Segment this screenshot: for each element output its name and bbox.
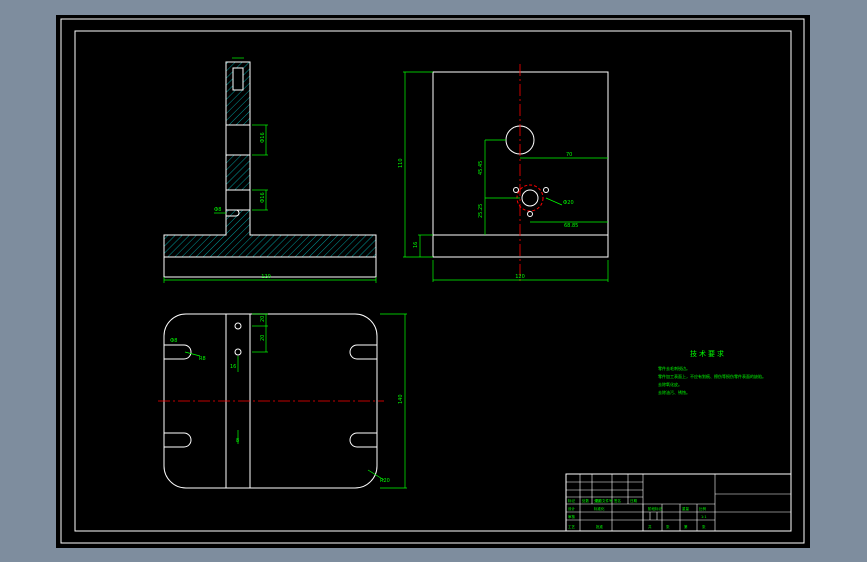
tb-cell-0: 标记 bbox=[568, 498, 576, 503]
top-dim-e: 8 bbox=[236, 438, 239, 444]
tb-cell-14: 共 bbox=[648, 524, 652, 529]
tb-cell-5: 日期 bbox=[630, 498, 638, 503]
tb-cell-1: 处数 bbox=[582, 498, 590, 503]
notes-line-2: 零件加工表面上，不应有划痕、擦伤等损伤零件表面的缺陷。 bbox=[658, 373, 766, 379]
top-dim-b: 20 bbox=[260, 335, 266, 341]
side-dim-lower-hole: 25.25 bbox=[478, 204, 484, 218]
side-dim-upper-hole: 45.45 bbox=[478, 161, 484, 175]
tb-cell-10: 批准 bbox=[596, 524, 604, 529]
tb-cell-13: 比例 bbox=[699, 506, 707, 511]
front-view-hole-upper bbox=[225, 124, 251, 156]
front-dim-width: 120 bbox=[261, 274, 271, 280]
drawing-viewport[interactable]: 120 Ф16 Ф16 Ф8 110 16 120 70 45.45 25.25… bbox=[0, 0, 867, 562]
front-dim-slot-left: Ф8 bbox=[214, 207, 222, 213]
top-dim-slot: R8 bbox=[199, 356, 206, 362]
side-dim-bore: Ф20 bbox=[563, 200, 574, 206]
front-dim-hole-lower: Ф16 bbox=[260, 192, 266, 203]
side-dim-width: 120 bbox=[515, 274, 525, 280]
tb-cell-12: 重量 bbox=[682, 506, 690, 511]
side-dim-top-offset: 70 bbox=[566, 152, 572, 158]
tb-cell-8: 审核 bbox=[568, 514, 576, 519]
notes-line-3: 去除氧化皮。 bbox=[658, 381, 682, 387]
tb-cell-11: 阶段标记 bbox=[648, 506, 662, 511]
tb-cell-9: 工艺 bbox=[568, 524, 576, 529]
front-view-top-slot bbox=[232, 67, 244, 91]
tb-cell-15: 张 bbox=[666, 524, 670, 529]
front-view-hole-lower bbox=[225, 189, 251, 211]
notes-line-1: 零件去毛刺锐边。 bbox=[658, 365, 690, 371]
notes-title: 技术要求 bbox=[690, 349, 726, 358]
front-dim-hole-upper: Ф16 bbox=[260, 132, 266, 143]
tb-cell-17: 张 bbox=[702, 524, 706, 529]
top-dim-d: Ф8 bbox=[170, 338, 178, 344]
top-dim-c: 16 bbox=[230, 364, 236, 370]
tb-cell-6: 设计 bbox=[568, 506, 576, 511]
top-dim-a: 20 bbox=[260, 316, 266, 322]
tb-scale: 1:1 bbox=[701, 515, 707, 519]
top-dim-height: 140 bbox=[398, 394, 404, 404]
side-dim-right-offset: 68.85 bbox=[564, 223, 578, 229]
tb-cell-7: 标准化 bbox=[594, 506, 605, 511]
tb-cell-3: 更改文件号 bbox=[595, 498, 613, 503]
top-dim-corner: R20 bbox=[380, 478, 390, 484]
side-dim-height: 110 bbox=[398, 158, 404, 168]
tb-cell-4: 签名 bbox=[614, 498, 621, 503]
notes-line-4: 去除油污、锈蚀。 bbox=[658, 389, 690, 395]
tb-cell-16: 第 bbox=[684, 524, 688, 529]
side-dim-base: 16 bbox=[413, 242, 419, 248]
